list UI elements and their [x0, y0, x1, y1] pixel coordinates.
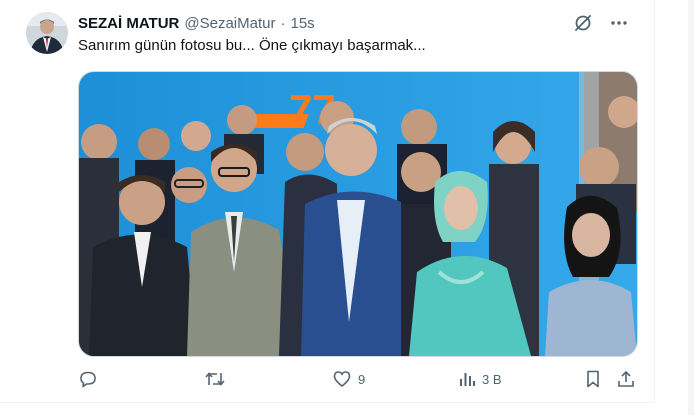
- user-handle[interactable]: @SezaiMatur: [184, 15, 275, 32]
- share-button[interactable]: [616, 368, 636, 390]
- like-count: 9: [358, 371, 366, 387]
- like-icon: [333, 371, 351, 387]
- tweet-photo[interactable]: 77: [78, 71, 638, 357]
- views-icon: [460, 373, 475, 386]
- avatar-image: [26, 12, 68, 54]
- separator-dot: ·: [280, 14, 286, 32]
- share-icon: [618, 370, 634, 387]
- tweet-card[interactable]: SEZAİ MATUR @SezaiMatur · 15s Sanırım gü…: [0, 0, 655, 403]
- retweet-icon: [205, 372, 225, 386]
- views-count: 3 B: [482, 371, 502, 387]
- grok-icon[interactable]: [572, 12, 594, 34]
- display-name[interactable]: SEZAİ MATUR: [78, 15, 179, 32]
- page-scrollbar[interactable]: [688, 0, 694, 415]
- tweet-text: Sanırım günün fotosu bu... Öne çıkmayı b…: [78, 37, 426, 54]
- tweet-time[interactable]: 15s: [290, 15, 314, 32]
- bookmark-button[interactable]: [584, 368, 602, 390]
- reply-button[interactable]: [78, 368, 104, 390]
- views-button[interactable]: 3 B: [458, 368, 502, 390]
- like-button[interactable]: 9: [332, 368, 365, 390]
- bookmark-icon: [587, 370, 599, 388]
- tweet-header: SEZAİ MATUR @SezaiMatur · 15s: [78, 13, 315, 33]
- reply-icon: [80, 371, 96, 388]
- retweet-button[interactable]: [204, 368, 232, 390]
- avatar[interactable]: [26, 12, 68, 54]
- group-photo-image: 77: [79, 72, 637, 356]
- more-icon[interactable]: [608, 12, 630, 34]
- tweet-top-actions: [572, 12, 630, 34]
- tweet-actions: 9 3 B: [78, 368, 638, 390]
